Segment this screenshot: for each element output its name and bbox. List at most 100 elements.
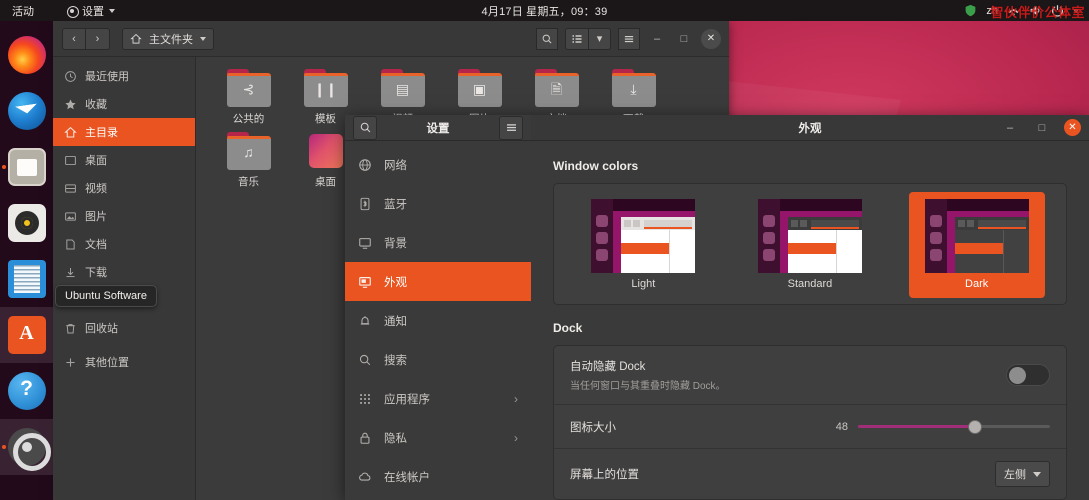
autohide-texts: 自动隐藏 Dock 当任何窗口与其重叠时隐藏 Dock。 bbox=[570, 358, 726, 392]
dock-item-help[interactable] bbox=[0, 363, 53, 419]
sidebar-item-search[interactable]: 搜索 bbox=[345, 340, 531, 379]
sidebar-item-videos[interactable]: 视频 bbox=[53, 174, 195, 202]
chevron-down-icon bbox=[1033, 471, 1041, 477]
sidebar-item-online-accounts[interactable]: 在线帐户 bbox=[345, 457, 531, 496]
icon-size-slider[interactable] bbox=[858, 418, 1050, 436]
dock-item-files[interactable] bbox=[0, 139, 53, 195]
settings-search-button[interactable] bbox=[353, 115, 377, 140]
folder-icon: ♫ bbox=[226, 132, 271, 170]
sidebar-item-downloads[interactable]: 下载 bbox=[53, 258, 195, 286]
clock[interactable]: 4月17日 星期五，09：39 bbox=[0, 3, 1089, 19]
sidebar-item-pictures[interactable]: 图片 bbox=[53, 202, 195, 230]
appearance-icon bbox=[359, 276, 371, 288]
sidebar-item-other-locations[interactable]: 其他位置 bbox=[53, 348, 195, 376]
theme-option-light[interactable]: Light bbox=[575, 192, 711, 298]
settings-titlebar-left: 设置 bbox=[345, 115, 531, 141]
activities-button[interactable]: 活动 bbox=[12, 3, 34, 19]
row-screen-position: 屏幕上的位置 左侧 bbox=[554, 449, 1066, 499]
icon-size-label: 图标大小 bbox=[570, 421, 616, 434]
dock-item-firefox[interactable] bbox=[0, 27, 53, 83]
dock-item-thunderbird[interactable] bbox=[0, 83, 53, 139]
theme-label: Dark bbox=[965, 278, 989, 290]
hamburger-menu-icon bbox=[624, 35, 634, 42]
search-button[interactable] bbox=[536, 27, 558, 50]
close-button[interactable]: ✕ bbox=[701, 28, 721, 49]
theme-option-standard[interactable]: Standard bbox=[742, 192, 878, 298]
sidebar-item-applications[interactable]: 应用程序 › bbox=[345, 379, 531, 418]
sidebar-item-home[interactable]: 主目录 bbox=[53, 118, 195, 146]
view-options-caret-button[interactable]: ▾ bbox=[589, 27, 611, 50]
sidebar-item-label: 收藏 bbox=[85, 99, 107, 111]
forward-button[interactable]: › bbox=[86, 27, 110, 50]
sidebar-item-privacy[interactable]: 隐私 › bbox=[345, 418, 531, 457]
file-item[interactable]: ⊰ 公共的 bbox=[211, 69, 286, 126]
position-dropdown[interactable]: 左侧 bbox=[995, 461, 1050, 487]
close-button[interactable]: ✕ bbox=[1064, 119, 1081, 136]
theme-options-row: Light Standard Dark bbox=[554, 184, 1066, 304]
autohide-toggle[interactable] bbox=[1006, 364, 1050, 386]
settings-window-title: 设置 bbox=[426, 122, 450, 135]
libreoffice-writer-icon bbox=[7, 260, 46, 298]
sidebar-item-label: 外观 bbox=[384, 276, 407, 289]
sidebar-item-bluetooth[interactable]: 蓝牙 bbox=[345, 184, 531, 223]
system-tray[interactable]: zh bbox=[964, 4, 1079, 17]
position-value: 左侧 bbox=[1004, 469, 1026, 481]
file-manager-titlebar: ‹ › 主文件夹 ▾ ‒ □ ✕ bbox=[53, 21, 729, 57]
folder-icon: ⤓ bbox=[611, 69, 656, 107]
sidebar-item-desktop[interactable]: 桌面 bbox=[53, 146, 195, 174]
slider-fill bbox=[858, 424, 976, 428]
sidebar-item-label: 其他位置 bbox=[85, 357, 129, 369]
sidebar-item-notifications[interactable]: 通知 bbox=[345, 301, 531, 340]
volume-icon bbox=[1030, 6, 1040, 15]
folder-glyph: ▣ bbox=[472, 81, 487, 97]
sidebar-item-documents[interactable]: 文档 bbox=[53, 230, 195, 258]
sidebar-item-label: 蓝牙 bbox=[384, 198, 407, 211]
breadcrumb[interactable]: 主文件夹 bbox=[122, 27, 214, 50]
sidebar-item-background[interactable]: 背景 bbox=[345, 223, 531, 262]
settings-sidebar: 网络 蓝牙 背景 外观 通知 搜索 应用程序 › 隐私 › 在线帐户 bbox=[345, 141, 531, 500]
settings-body: 网络 蓝牙 背景 外观 通知 搜索 应用程序 › 隐私 › 在线帐户 Windo… bbox=[345, 141, 1089, 500]
dock-item-rhythmbox[interactable] bbox=[0, 195, 53, 251]
folder-glyph: ❙❙ bbox=[313, 81, 338, 97]
running-indicator-dot bbox=[2, 165, 6, 169]
list-view-button[interactable] bbox=[565, 27, 589, 50]
maximize-button[interactable]: □ bbox=[1032, 118, 1052, 138]
folder-icon: ▣ bbox=[457, 69, 502, 107]
sidebar-item-label: 最近使用 bbox=[85, 71, 129, 83]
chevron-down-icon bbox=[200, 36, 206, 41]
autohide-sublabel: 当任何窗口与其重叠时隐藏 Dock。 bbox=[570, 381, 726, 392]
trash-icon bbox=[66, 323, 75, 333]
file-manager-toolbar: ▾ ‒ □ ✕ bbox=[536, 27, 721, 50]
sidebar-item-trash[interactable]: 回收站 bbox=[53, 314, 195, 342]
theme-option-dark[interactable]: Dark bbox=[908, 192, 1045, 298]
breadcrumb-label: 主文件夹 bbox=[149, 33, 193, 46]
back-button[interactable]: ‹ bbox=[62, 27, 86, 50]
settings-gear-icon bbox=[7, 428, 51, 471]
minimize-button[interactable]: ‒ bbox=[647, 29, 667, 49]
sidebar-item-appearance[interactable]: 外观 bbox=[345, 262, 531, 301]
dock-item-libreoffice-writer[interactable] bbox=[0, 251, 53, 307]
toggle-knob bbox=[1009, 366, 1026, 384]
minimize-button[interactable]: ‒ bbox=[1000, 118, 1020, 138]
maximize-button[interactable]: □ bbox=[674, 29, 694, 49]
clock-icon bbox=[65, 70, 76, 82]
download-icon bbox=[66, 267, 75, 277]
sidebar-item-recent[interactable]: 最近使用 bbox=[53, 62, 195, 90]
dock-item-ubuntu-software[interactable] bbox=[0, 307, 53, 363]
sidebar-item-label: 下载 bbox=[85, 267, 107, 279]
row-icon-size: 图标大小 48 bbox=[554, 405, 1066, 449]
video-icon bbox=[65, 183, 76, 193]
slider-knob[interactable] bbox=[968, 419, 982, 434]
app-menu-button[interactable]: 设置 bbox=[66, 3, 115, 19]
settings-menu-button[interactable] bbox=[499, 115, 523, 140]
sidebar-item-label: 网络 bbox=[384, 159, 407, 172]
main-menu-button[interactable] bbox=[618, 27, 640, 50]
sidebar-item-network[interactable]: 网络 bbox=[345, 145, 531, 184]
firefox-icon bbox=[7, 36, 46, 74]
chevron-down-icon bbox=[1073, 8, 1079, 13]
sidebar-item-starred[interactable]: 收藏 bbox=[53, 90, 195, 118]
sidebar-item-label: 背景 bbox=[384, 237, 407, 250]
file-item[interactable]: ♫ 音乐 bbox=[211, 132, 286, 189]
dock-tooltip: Ubuntu Software bbox=[55, 285, 157, 307]
dock-item-settings[interactable] bbox=[0, 419, 53, 475]
